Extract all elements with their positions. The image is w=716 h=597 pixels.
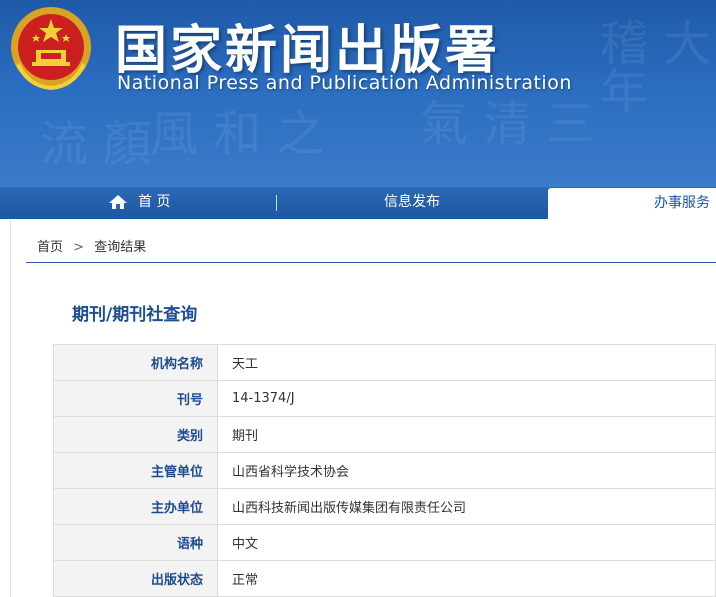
header-banner: 風 和 之 流 顏 氣 清 三 稽 大 年 国家新闻出版署 National P…: [0, 0, 716, 187]
table-row: 机构名称 天工: [53, 344, 716, 381]
background-calligraphy: 流 顏: [40, 116, 152, 172]
breadcrumb: 首页 > 查询结果: [37, 236, 146, 255]
table-row: 刊号 14-1374/J: [53, 380, 716, 417]
background-calligraphy: 稽 大 年: [600, 16, 712, 120]
row-label: 语种: [53, 524, 218, 561]
national-emblem-icon: [11, 7, 91, 90]
background-calligraphy: 風 和 之: [150, 106, 325, 162]
breadcrumb-divider: [26, 262, 716, 263]
nav-item-home[interactable]: 首 页: [108, 187, 170, 219]
row-label: 类别: [53, 416, 218, 453]
row-label: 刊号: [53, 380, 218, 417]
breadcrumb-home-link[interactable]: 首页: [37, 240, 63, 255]
main-nav: 首 页 信息发布 办事服务: [0, 187, 716, 219]
result-table: 机构名称 天工 刊号 14-1374/J 类别 期刊 主管单位 山西省科学技术协…: [53, 344, 716, 597]
row-value: 中文: [217, 524, 716, 561]
row-label: 主办单位: [53, 488, 218, 525]
table-row: 语种 中文: [53, 524, 716, 561]
row-label: 出版状态: [53, 560, 218, 597]
breadcrumb-separator: >: [73, 240, 85, 255]
nav-item-service-label: 办事服务: [654, 195, 710, 211]
table-row: 出版状态 正常: [53, 560, 716, 597]
nav-item-service[interactable]: 办事服务: [548, 188, 716, 219]
row-value: 期刊: [217, 416, 716, 453]
nav-divider: [276, 195, 277, 211]
row-label: 机构名称: [53, 344, 218, 381]
table-row: 主办单位 山西科技新闻出版传媒集团有限责任公司: [53, 488, 716, 525]
background-calligraphy: 氣 清 三: [420, 96, 595, 152]
home-icon: [109, 195, 127, 209]
row-value: 山西省科学技术协会: [217, 452, 716, 489]
breadcrumb-current: 查询结果: [94, 240, 147, 255]
nav-item-home-label: 首 页: [138, 194, 171, 210]
row-value: 14-1374/J: [217, 380, 716, 417]
table-row: 类别 期刊: [53, 416, 716, 453]
row-value: 山西科技新闻出版传媒集团有限责任公司: [217, 488, 716, 525]
table-row: 主管单位 山西省科学技术协会: [53, 452, 716, 489]
row-label: 主管单位: [53, 452, 218, 489]
page-subtitle: National Press and Publication Administr…: [117, 72, 572, 94]
row-value: 正常: [217, 560, 716, 597]
nav-item-info[interactable]: 信息发布: [384, 187, 440, 219]
section-title: 期刊/期刊社查询: [72, 305, 198, 325]
row-value: 天工: [217, 344, 716, 381]
